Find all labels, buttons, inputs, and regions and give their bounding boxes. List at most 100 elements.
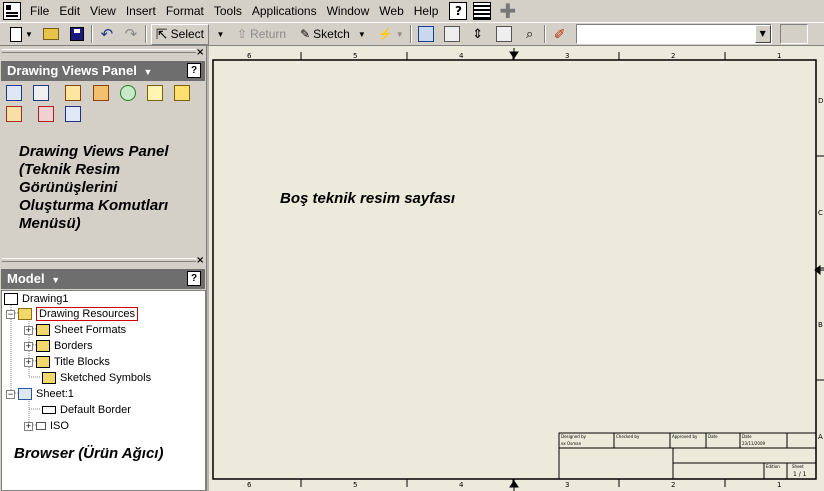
tree-item-drawing1[interactable]: Drawing1 (4, 291, 68, 307)
toolbar-separator (409, 25, 412, 43)
new-button[interactable]: ▼ (8, 24, 35, 44)
open-button[interactable] (41, 24, 61, 44)
menu-window[interactable]: Window (322, 0, 375, 22)
app-menu-icon[interactable] (3, 2, 21, 20)
styles-button[interactable]: ✐ (550, 24, 570, 44)
broken-view-icon[interactable] (147, 85, 163, 101)
model-panel-header[interactable]: Model ▼ ? (1, 269, 205, 289)
redo-icon: ↷ (124, 26, 138, 43)
tree-item-label: Default Border (60, 404, 131, 416)
title-block-icon (36, 422, 46, 430)
zone-label-top: 3 (565, 52, 569, 60)
panel-grip[interactable] (2, 258, 196, 262)
tree-item-iso[interactable]: + ISO (24, 418, 69, 434)
zone-label-top: 2 (671, 52, 675, 60)
chevron-down-icon[interactable]: ▼ (143, 67, 152, 77)
drawing-views-panel-header[interactable]: Drawing Views Panel ▼ ? (1, 61, 205, 81)
pan-button[interactable] (494, 24, 514, 44)
help-topics-icon[interactable]: ? (449, 2, 468, 20)
title-block-date-label: Date (742, 434, 752, 439)
title-block-approved-by: Approved by (672, 434, 698, 439)
title-block-edition: Edition (766, 464, 780, 469)
help-icon[interactable]: ? (187, 63, 201, 78)
panel-grip[interactable] (2, 49, 196, 53)
update-icon: ⚡ (377, 27, 393, 41)
tree-item-label: Borders (54, 340, 93, 352)
create-view-icon[interactable] (65, 85, 81, 101)
draft-view-icon[interactable] (38, 106, 54, 122)
sketch-button[interactable]: ✎ Sketch ▼ (298, 24, 368, 44)
select-dropdown[interactable]: ▼ (209, 24, 229, 44)
break-out-view-icon[interactable] (174, 85, 190, 101)
chevron-down-icon[interactable]: ▼ (25, 30, 33, 39)
zoom-window-button[interactable] (442, 24, 462, 44)
section-view-icon[interactable] (93, 85, 109, 101)
help-icon[interactable]: ? (187, 271, 201, 286)
menu-applications[interactable]: Applications (247, 0, 322, 22)
toolbar-separator (90, 25, 93, 43)
detail-view-icon[interactable] (120, 85, 136, 101)
style-combo[interactable]: ▼ (575, 24, 772, 44)
chevron-down-icon[interactable]: ▼ (754, 25, 771, 43)
close-icon[interactable]: × (196, 255, 204, 266)
expand-icon[interactable]: + (24, 341, 33, 351)
tree-item-sheet1[interactable]: − Sheet:1 (6, 386, 74, 402)
zoom-icon: ⇕ (472, 26, 484, 41)
menu-format[interactable]: Format (161, 0, 209, 22)
update-button[interactable]: ⚡ ▼ (376, 24, 406, 44)
save-button[interactable] (67, 24, 87, 44)
undo-button[interactable]: ↶ (97, 24, 117, 44)
collapse-icon[interactable]: − (6, 389, 15, 399)
tree-item-drawing-resources[interactable]: − Drawing Resources (6, 306, 138, 322)
menu-web[interactable]: Web (374, 0, 408, 22)
tree-item-sketched-symbols[interactable]: Sketched Symbols (42, 370, 151, 386)
projected-view-icon[interactable] (33, 85, 49, 101)
zone-label-right: D (818, 97, 823, 105)
zoom-all-button[interactable] (416, 24, 436, 44)
annotation-line: Oluşturma Komutları (19, 197, 169, 214)
chevron-down-icon[interactable]: ▼ (358, 30, 366, 39)
zone-label-top: 5 (353, 52, 357, 60)
add-icon[interactable]: ✚ (499, 1, 516, 21)
menu-help[interactable]: Help (409, 0, 444, 22)
tree-item-label: Drawing1 (22, 293, 69, 305)
tree-item-sheet-formats[interactable]: + Sheet Formats (24, 322, 126, 338)
zoom-selected-button[interactable]: ⌕ (520, 24, 540, 44)
sheet-annotation: Boş teknik resim sayfası (280, 190, 456, 207)
tree-item-label: Drawing Resources (36, 307, 138, 321)
base-view-icon[interactable] (6, 85, 22, 101)
expand-icon[interactable]: + (24, 421, 33, 431)
redo-button[interactable]: ↷ (121, 24, 141, 44)
browser-annotation: Browser (Ürün Ağıcı) (14, 445, 164, 462)
slice-view-icon[interactable] (6, 106, 22, 122)
overlay-view-icon[interactable] (65, 106, 81, 122)
toolbar-separator (144, 25, 147, 43)
drawing-icon (4, 293, 18, 305)
return-button[interactable]: ⇧ Return (235, 24, 288, 44)
paint-brush-icon: ✐ (553, 25, 566, 42)
secondary-combo[interactable] (779, 24, 808, 44)
menu-file[interactable]: File (25, 0, 54, 22)
expand-icon[interactable]: + (24, 357, 33, 367)
expand-icon[interactable]: + (24, 325, 33, 335)
zoom-button[interactable]: ⇕ (468, 24, 488, 44)
annotation-line: Görünüşlerini (19, 179, 118, 196)
chevron-down-icon[interactable]: ▼ (51, 275, 60, 285)
tree-item-title-blocks[interactable]: + Title Blocks (24, 354, 110, 370)
menu-tools[interactable]: Tools (209, 0, 247, 22)
chevron-down-icon[interactable]: ▼ (396, 30, 404, 39)
menu-view[interactable]: View (85, 0, 121, 22)
tree-item-borders[interactable]: + Borders (24, 338, 93, 354)
zoom-window-icon (443, 26, 460, 42)
drawing-sheet[interactable]: 6 5 4 3 2 1 6 5 4 3 2 1 D C B A Designed… (209, 46, 824, 491)
zone-label-top: 6 (247, 52, 252, 60)
menu-insert[interactable]: Insert (121, 0, 161, 22)
tree-item-default-border[interactable]: Default Border (42, 402, 131, 418)
calculator-icon[interactable] (473, 2, 492, 20)
folder-icon (42, 372, 56, 384)
close-icon[interactable]: × (196, 47, 204, 58)
title-block-sheet-value: 1 / 1 (793, 471, 807, 478)
select-button[interactable]: ⇱ Select (150, 23, 210, 45)
collapse-icon[interactable]: − (6, 309, 15, 319)
menu-edit[interactable]: Edit (54, 0, 85, 22)
